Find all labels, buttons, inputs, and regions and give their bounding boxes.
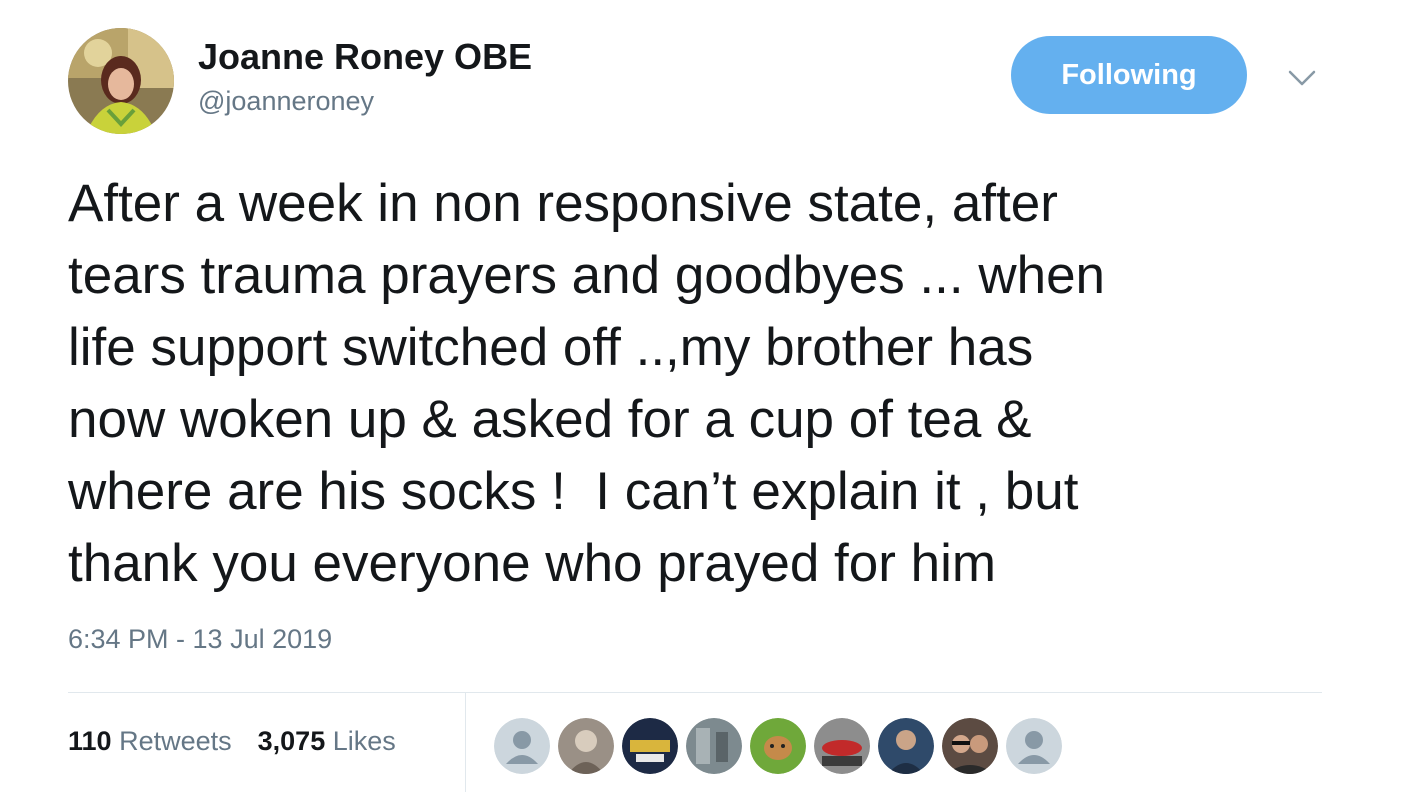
likes-count: 3,075 (257, 726, 326, 756)
tweet-stats: 110 Retweets 3,075 Likes (68, 726, 396, 757)
tweet-timestamp[interactable]: 6:34 PM - 13 Jul 2019 (68, 624, 332, 655)
tweet-text: After a week in non responsive state, af… (68, 168, 1358, 600)
tweet-line: thank you everyone who prayed for him (68, 534, 997, 593)
retweets-count: 110 (68, 726, 112, 756)
liker-avatar[interactable] (814, 718, 870, 774)
likes-stat[interactable]: 3,075 Likes (258, 726, 396, 757)
following-button[interactable]: Following (1011, 36, 1247, 114)
liker-avatar[interactable] (878, 718, 934, 774)
liker-avatar[interactable] (942, 718, 998, 774)
tweet-line: where are his socks ! I can’t explain it… (68, 462, 1079, 521)
retweets-label: Retweets (119, 726, 232, 756)
liker-avatar[interactable] (622, 718, 678, 774)
divider (68, 692, 1322, 693)
default-avatar-icon[interactable] (1006, 718, 1062, 774)
tweet-line: life support switched off ..,my brother … (68, 318, 1034, 377)
liker-avatar[interactable] (750, 718, 806, 774)
divider (465, 693, 466, 792)
chevron-down-icon[interactable] (1284, 64, 1320, 92)
tweet-line: After a week in non responsive state, af… (68, 174, 1058, 233)
profile-avatar[interactable] (68, 28, 174, 134)
user-handle[interactable]: @joanneroney (198, 86, 374, 117)
likers-avatars (494, 718, 1062, 774)
likes-label: Likes (332, 726, 396, 756)
default-avatar-icon[interactable] (494, 718, 550, 774)
retweets-stat[interactable]: 110 Retweets (68, 726, 232, 757)
tweet-line: tears trauma prayers and goodbyes ... wh… (68, 246, 1106, 305)
tweet-line: now woken up & asked for a cup of tea & (68, 390, 1032, 449)
liker-avatar[interactable] (686, 718, 742, 774)
liker-avatar[interactable] (558, 718, 614, 774)
display-name[interactable]: Joanne Roney OBE (198, 36, 532, 78)
